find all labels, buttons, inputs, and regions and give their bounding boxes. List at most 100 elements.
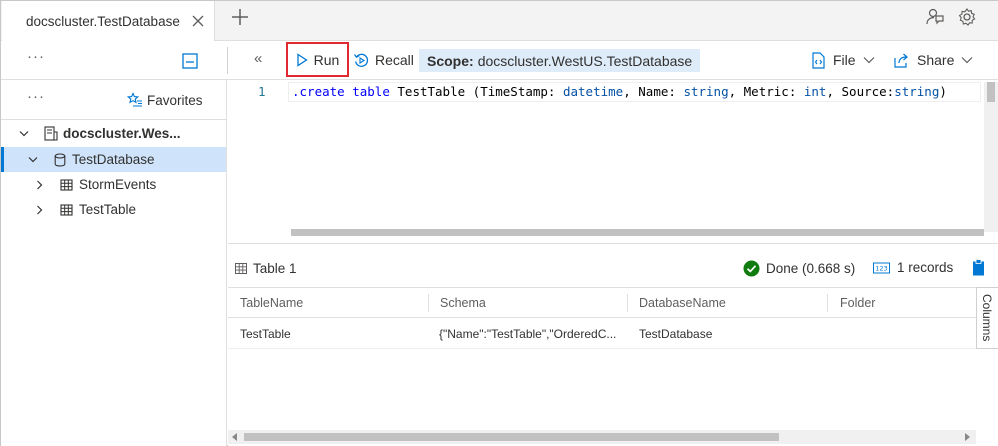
- recall-label: Recall: [375, 52, 414, 68]
- connection-pane: ··· Favorites docscluster.Wes... TestDat…: [1, 80, 227, 446]
- add-tab-icon[interactable]: [230, 7, 250, 27]
- editor-horizontal-scrollbar[interactable]: [291, 227, 984, 237]
- record-count: 123 1 records: [873, 260, 953, 275]
- star-list-icon: [127, 92, 142, 107]
- toolbar: ··· « Run Recall Scope: docscluster.West…: [1, 41, 998, 80]
- scope-badge: Scope: docscluster.WestUS.TestDatabase: [419, 49, 701, 72]
- chevron-double-left-icon[interactable]: «: [254, 50, 262, 67]
- code-token: string: [683, 84, 729, 99]
- scrollbar-thumb[interactable]: [987, 82, 995, 102]
- scrollbar-thumb[interactable]: [244, 433, 779, 441]
- results-grid: TableName Schema DatabaseName Folder Tes…: [228, 287, 976, 432]
- share-label: Share: [917, 52, 955, 68]
- query-editor[interactable]: 1 .create table TestTable (TimeStamp: da…: [228, 80, 998, 243]
- columns-side-tab[interactable]: Columns: [976, 287, 998, 349]
- scroll-right-icon[interactable]: [965, 433, 970, 441]
- run-button[interactable]: Run: [286, 42, 349, 77]
- line-number: 1: [258, 84, 266, 99]
- code-line[interactable]: .create table TestTable (TimeStamp: date…: [288, 82, 981, 102]
- scrollbar-thumb[interactable]: [291, 229, 984, 236]
- run-label: Run: [313, 51, 340, 68]
- play-icon: [297, 52, 308, 67]
- scroll-left-icon[interactable]: [232, 433, 237, 441]
- column-resize-handle[interactable]: [428, 294, 429, 312]
- scope-prefix: Scope:: [427, 52, 474, 69]
- tree-item-label: StormEvents: [79, 177, 157, 192]
- code-token: datetime: [562, 84, 624, 99]
- column-header-folder[interactable]: Folder: [840, 296, 875, 310]
- results-pane: Table 1 Done (0.668 s) 123 1 records Tab…: [228, 243, 998, 446]
- columns-label: Columns: [980, 294, 994, 342]
- code-token: ): [939, 84, 947, 99]
- tree-item-testdatabase[interactable]: TestDatabase: [1, 147, 226, 172]
- svg-text:123: 123: [875, 264, 887, 272]
- code-token: Source: [841, 84, 887, 99]
- favorites-button[interactable]: Favorites: [127, 92, 203, 108]
- file-code-icon: [812, 51, 825, 69]
- column-resize-handle[interactable]: [627, 294, 628, 312]
- chevron-right-icon[interactable]: [36, 205, 43, 215]
- column-header-tablename[interactable]: TableName: [240, 296, 303, 310]
- column-header-databasename[interactable]: DatabaseName: [639, 296, 726, 310]
- tree-item-label: TestTable: [79, 202, 137, 217]
- gear-icon[interactable]: [957, 7, 977, 27]
- editor-vertical-scrollbar[interactable]: [984, 82, 998, 232]
- code-token: .create: [292, 84, 345, 99]
- feedback-icon[interactable]: [925, 7, 945, 27]
- chevron-down-icon[interactable]: [28, 156, 38, 164]
- record-count-icon: 123: [873, 262, 890, 273]
- tree-item-label: TestDatabase: [72, 152, 155, 167]
- chevron-down-icon: [961, 57, 973, 64]
- code-token: string: [894, 84, 940, 99]
- query-status: Done (0.668 s): [743, 260, 855, 277]
- code-token: table: [352, 84, 390, 99]
- close-icon[interactable]: [189, 12, 207, 30]
- table-row[interactable]: TestTable {"Name":"TestTable","OrderedC.…: [228, 319, 976, 349]
- toolbar-divider: [227, 47, 228, 74]
- more-options-icon[interactable]: ···: [27, 88, 45, 105]
- tab-label: docscluster.TestDatabase: [26, 13, 180, 29]
- database-icon: [54, 152, 66, 166]
- share-icon: [894, 53, 908, 68]
- code-token: TestTable: [397, 84, 466, 99]
- recall-button[interactable]: Recall: [353, 48, 414, 72]
- code-token: TimeStamp: [480, 84, 548, 99]
- clipboard-icon[interactable]: [972, 259, 985, 276]
- favorites-label: Favorites: [147, 92, 203, 108]
- file-label: File: [833, 52, 856, 68]
- tree-item-testtable[interactable]: TestTable: [1, 197, 226, 222]
- chevron-down-icon: [863, 57, 874, 64]
- results-title: Table 1: [253, 261, 297, 276]
- code-token: Name: [638, 84, 669, 99]
- table-cell[interactable]: TestTable: [240, 327, 425, 341]
- table-icon: [60, 203, 73, 216]
- share-menu-button[interactable]: Share: [893, 48, 973, 72]
- tab-docscluster-testdatabase[interactable]: docscluster.TestDatabase: [2, 1, 215, 41]
- scope-value: docscluster.WestUS.TestDatabase: [477, 52, 693, 69]
- more-options-icon[interactable]: ···: [27, 48, 45, 65]
- status-text: Done (0.668 s): [766, 261, 856, 276]
- table-icon: [60, 178, 73, 191]
- records-text: 1 records: [897, 260, 954, 275]
- tree-item-cluster[interactable]: docscluster.Wes...: [1, 121, 226, 146]
- cluster-icon: [44, 126, 58, 141]
- column-header-schema[interactable]: Schema: [440, 296, 486, 310]
- table-icon: [235, 263, 247, 274]
- tree-item-stormevents[interactable]: StormEvents: [1, 172, 226, 197]
- code-token: int: [803, 84, 827, 99]
- column-resize-handle[interactable]: [827, 294, 828, 312]
- tab-bar: docscluster.TestDatabase: [1, 1, 998, 41]
- collapse-panel-icon[interactable]: [182, 53, 198, 69]
- connection-pane-header: ··· Favorites: [1, 80, 226, 120]
- app-window: docscluster.TestDatabase ··· « Run Recal…: [0, 0, 998, 446]
- results-horizontal-scrollbar[interactable]: [228, 430, 976, 444]
- chevron-down-icon[interactable]: [19, 130, 29, 138]
- code-token: Metric: [743, 84, 789, 99]
- grid-header: TableName Schema DatabaseName Folder: [228, 288, 976, 318]
- table-cell[interactable]: {"Name":"TestTable","OrderedC...: [439, 327, 624, 341]
- table-cell[interactable]: TestDatabase: [639, 327, 824, 341]
- tree-item-label: docscluster.Wes...: [63, 126, 181, 141]
- file-menu-button[interactable]: File: [811, 48, 875, 72]
- chevron-right-icon[interactable]: [36, 180, 43, 190]
- results-tab[interactable]: Table 1: [235, 261, 297, 276]
